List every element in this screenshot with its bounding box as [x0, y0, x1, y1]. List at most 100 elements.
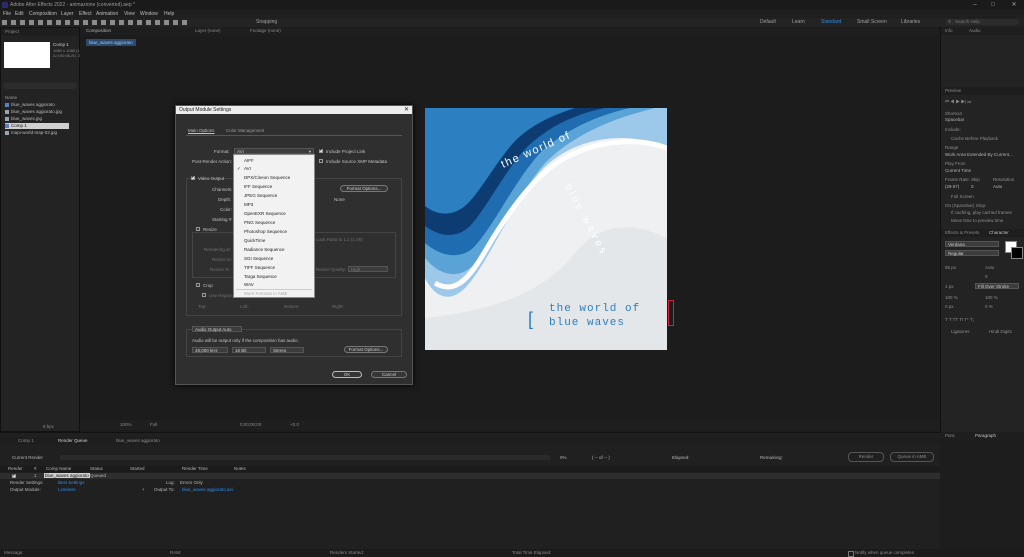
range-select[interactable]: Work Area Extended By Current... — [945, 152, 1013, 157]
search-help-box[interactable]: ⚲ Search Help — [945, 19, 1019, 25]
menu-composition[interactable]: Composition — [29, 11, 57, 17]
paragraph-tab[interactable]: Paragraph — [975, 433, 996, 438]
skip-value[interactable]: 0 — [971, 184, 974, 189]
workspace-standard[interactable]: Standard — [821, 19, 841, 25]
sample-rate-select[interactable]: 48,000 kHz — [192, 347, 228, 353]
effects-presets-tab[interactable]: Effects & Presets — [945, 230, 979, 235]
main-options-tab[interactable]: Main Options — [188, 128, 215, 133]
format-option-sgi[interactable]: SGI Sequence — [244, 256, 273, 261]
render-settings-value[interactable]: Best Settings — [58, 480, 85, 485]
project-tab[interactable]: Project — [5, 29, 19, 34]
format-option-dpx[interactable]: DPX/Cineon Sequence — [244, 175, 290, 180]
cache-before-playback-label[interactable]: Cache Before Playback — [951, 136, 998, 141]
format-option-radiance[interactable]: Radiance Sequence — [244, 247, 285, 252]
hindi-digits-label[interactable]: Hindi Digits — [989, 329, 1012, 334]
format-option-png[interactable]: PNG Sequence — [244, 220, 275, 225]
project-item[interactable]: mapi-world-map-02.jpg — [5, 130, 69, 136]
project-item[interactable]: blue_waves aggiorato.jpg — [5, 109, 69, 115]
bit-depth-select[interactable]: 16 Bit — [232, 347, 266, 353]
format-option-tiff[interactable]: TIFF Sequence — [244, 265, 275, 270]
ligatures-label[interactable]: Ligatures — [951, 329, 970, 334]
include-xmp-checkbox[interactable] — [319, 159, 323, 163]
preview-tab[interactable]: Preview — [945, 88, 961, 93]
dialog-close-icon[interactable]: ✕ — [404, 106, 409, 113]
stroke-width-value[interactable]: 1 px — [945, 284, 954, 289]
name-column-header[interactable]: Name — [5, 95, 17, 100]
align-tab[interactable]: Para — [945, 433, 955, 438]
resolution-value[interactable]: Auto — [993, 184, 1002, 189]
preview-play-controls[interactable]: ⏮ ◀ ▶ ▶| ⏭ — [945, 99, 971, 104]
audio-format-options-button[interactable]: Format Options... — [344, 346, 388, 353]
col-comp-name[interactable]: Comp Name — [46, 466, 71, 471]
character-tab[interactable]: Character — [989, 230, 1009, 235]
project-item-selected[interactable]: Comp 1 — [5, 123, 69, 129]
format-option-openexr[interactable]: OpenEXR Sequence — [244, 211, 286, 216]
menu-file[interactable]: File — [3, 11, 11, 17]
audio-channels-select[interactable]: Stereo — [270, 347, 304, 353]
info-tab[interactable]: Info — [945, 28, 953, 33]
audio-tab[interactable]: Audio — [969, 28, 981, 33]
stroke-mode-select[interactable]: Fill Over Stroke — [975, 283, 1019, 289]
notify-label[interactable]: Notify when queue completes — [855, 550, 914, 555]
zoom-select[interactable]: 100% — [120, 422, 132, 427]
notify-checkbox[interactable] — [848, 551, 854, 557]
menu-edit[interactable]: Edit — [15, 11, 24, 17]
shortcut-select[interactable]: Spacebar — [945, 117, 964, 122]
footage-tab[interactable]: Footage (none) — [250, 28, 281, 33]
audio-output-select[interactable]: Audio Output Auto — [192, 326, 242, 332]
if-caching-label[interactable]: If caching, play cached frames — [951, 210, 1012, 215]
leading-value[interactable]: Auto — [985, 265, 994, 270]
tsume-value[interactable]: 0 % — [985, 304, 993, 309]
color-management-tab[interactable]: Color Management — [226, 128, 264, 133]
baseline-shift-value[interactable]: 0 px — [945, 304, 954, 309]
snapping-label[interactable]: Snapping — [256, 19, 277, 25]
format-option-quicktime[interactable]: QuickTime — [244, 238, 265, 243]
format-option-jpeg[interactable]: JPEG Sequence — [244, 193, 277, 198]
format-option-wav[interactable]: WAV — [244, 282, 254, 287]
add-output-icon[interactable]: + — [142, 487, 145, 492]
minimize-icon[interactable]: – — [968, 0, 982, 10]
layer-tab[interactable]: Layer (none) — [195, 28, 221, 33]
menu-window[interactable]: Window — [140, 11, 158, 17]
crop-checkbox[interactable] — [196, 283, 200, 287]
workspace-small-screen[interactable]: Small Screen — [857, 19, 887, 25]
menu-layer[interactable]: Layer — [61, 11, 74, 17]
menu-view[interactable]: View — [124, 11, 135, 17]
render-button[interactable]: Render — [848, 452, 884, 462]
render-queue-row[interactable]: 1 blue_waves aggiorato Queued — [0, 472, 940, 479]
font-style-select[interactable]: Regular — [945, 250, 999, 256]
timecode[interactable]: 0;00;00;00 — [240, 422, 261, 427]
horizontal-scale-value[interactable]: 100 % — [985, 295, 998, 300]
resize-quality-select[interactable]: High — [348, 266, 388, 272]
video-output-checkbox[interactable] — [191, 174, 195, 180]
comp1-timeline-tab[interactable]: Comp 1 — [18, 438, 34, 443]
stroke-color-swatch[interactable] — [1011, 247, 1023, 259]
full-screen-label[interactable]: Full Screen — [951, 194, 974, 199]
col-render[interactable]: Render — [8, 466, 23, 471]
workspace-learn[interactable]: Learn — [792, 19, 805, 25]
workspace-default[interactable]: Default — [760, 19, 776, 25]
resolution-select[interactable]: Full — [150, 422, 157, 427]
output-module-value[interactable]: Lossless — [58, 487, 76, 492]
blue-waves-timeline-tab[interactable]: blue_waves aggiorato — [116, 438, 160, 443]
close-icon[interactable]: ✕ — [1007, 0, 1021, 10]
exposure-value[interactable]: +0.0 — [290, 422, 299, 427]
menu-help[interactable]: Help — [164, 11, 174, 17]
menu-animation[interactable]: Animation — [96, 11, 118, 17]
text-style-buttons[interactable]: T T TT Tt T¹ T₁ — [945, 317, 974, 322]
cancel-button[interactable]: Cancel — [371, 371, 407, 378]
active-comp-breadcrumb[interactable]: blue_waves aggiorato — [86, 39, 136, 46]
play-from-select[interactable]: Current Time — [945, 168, 971, 173]
col-render-time[interactable]: Render Time — [182, 466, 208, 471]
resize-checkbox[interactable] — [196, 227, 200, 231]
menu-effect[interactable]: Effect — [79, 11, 92, 17]
col-status[interactable]: Status — [90, 466, 103, 471]
col-number[interactable]: # — [34, 466, 37, 471]
row-comp-name[interactable]: blue_waves aggiorato — [44, 473, 90, 478]
render-queue-tab[interactable]: Render Queue — [58, 438, 88, 443]
ok-button[interactable]: OK — [332, 371, 362, 378]
maximize-icon[interactable]: □ — [986, 0, 1000, 10]
log-select[interactable]: Errors Only — [180, 480, 203, 485]
more-formats-ame[interactable]: More Formats in AME — [244, 291, 288, 296]
font-family-select[interactable]: Verdana — [945, 241, 999, 247]
